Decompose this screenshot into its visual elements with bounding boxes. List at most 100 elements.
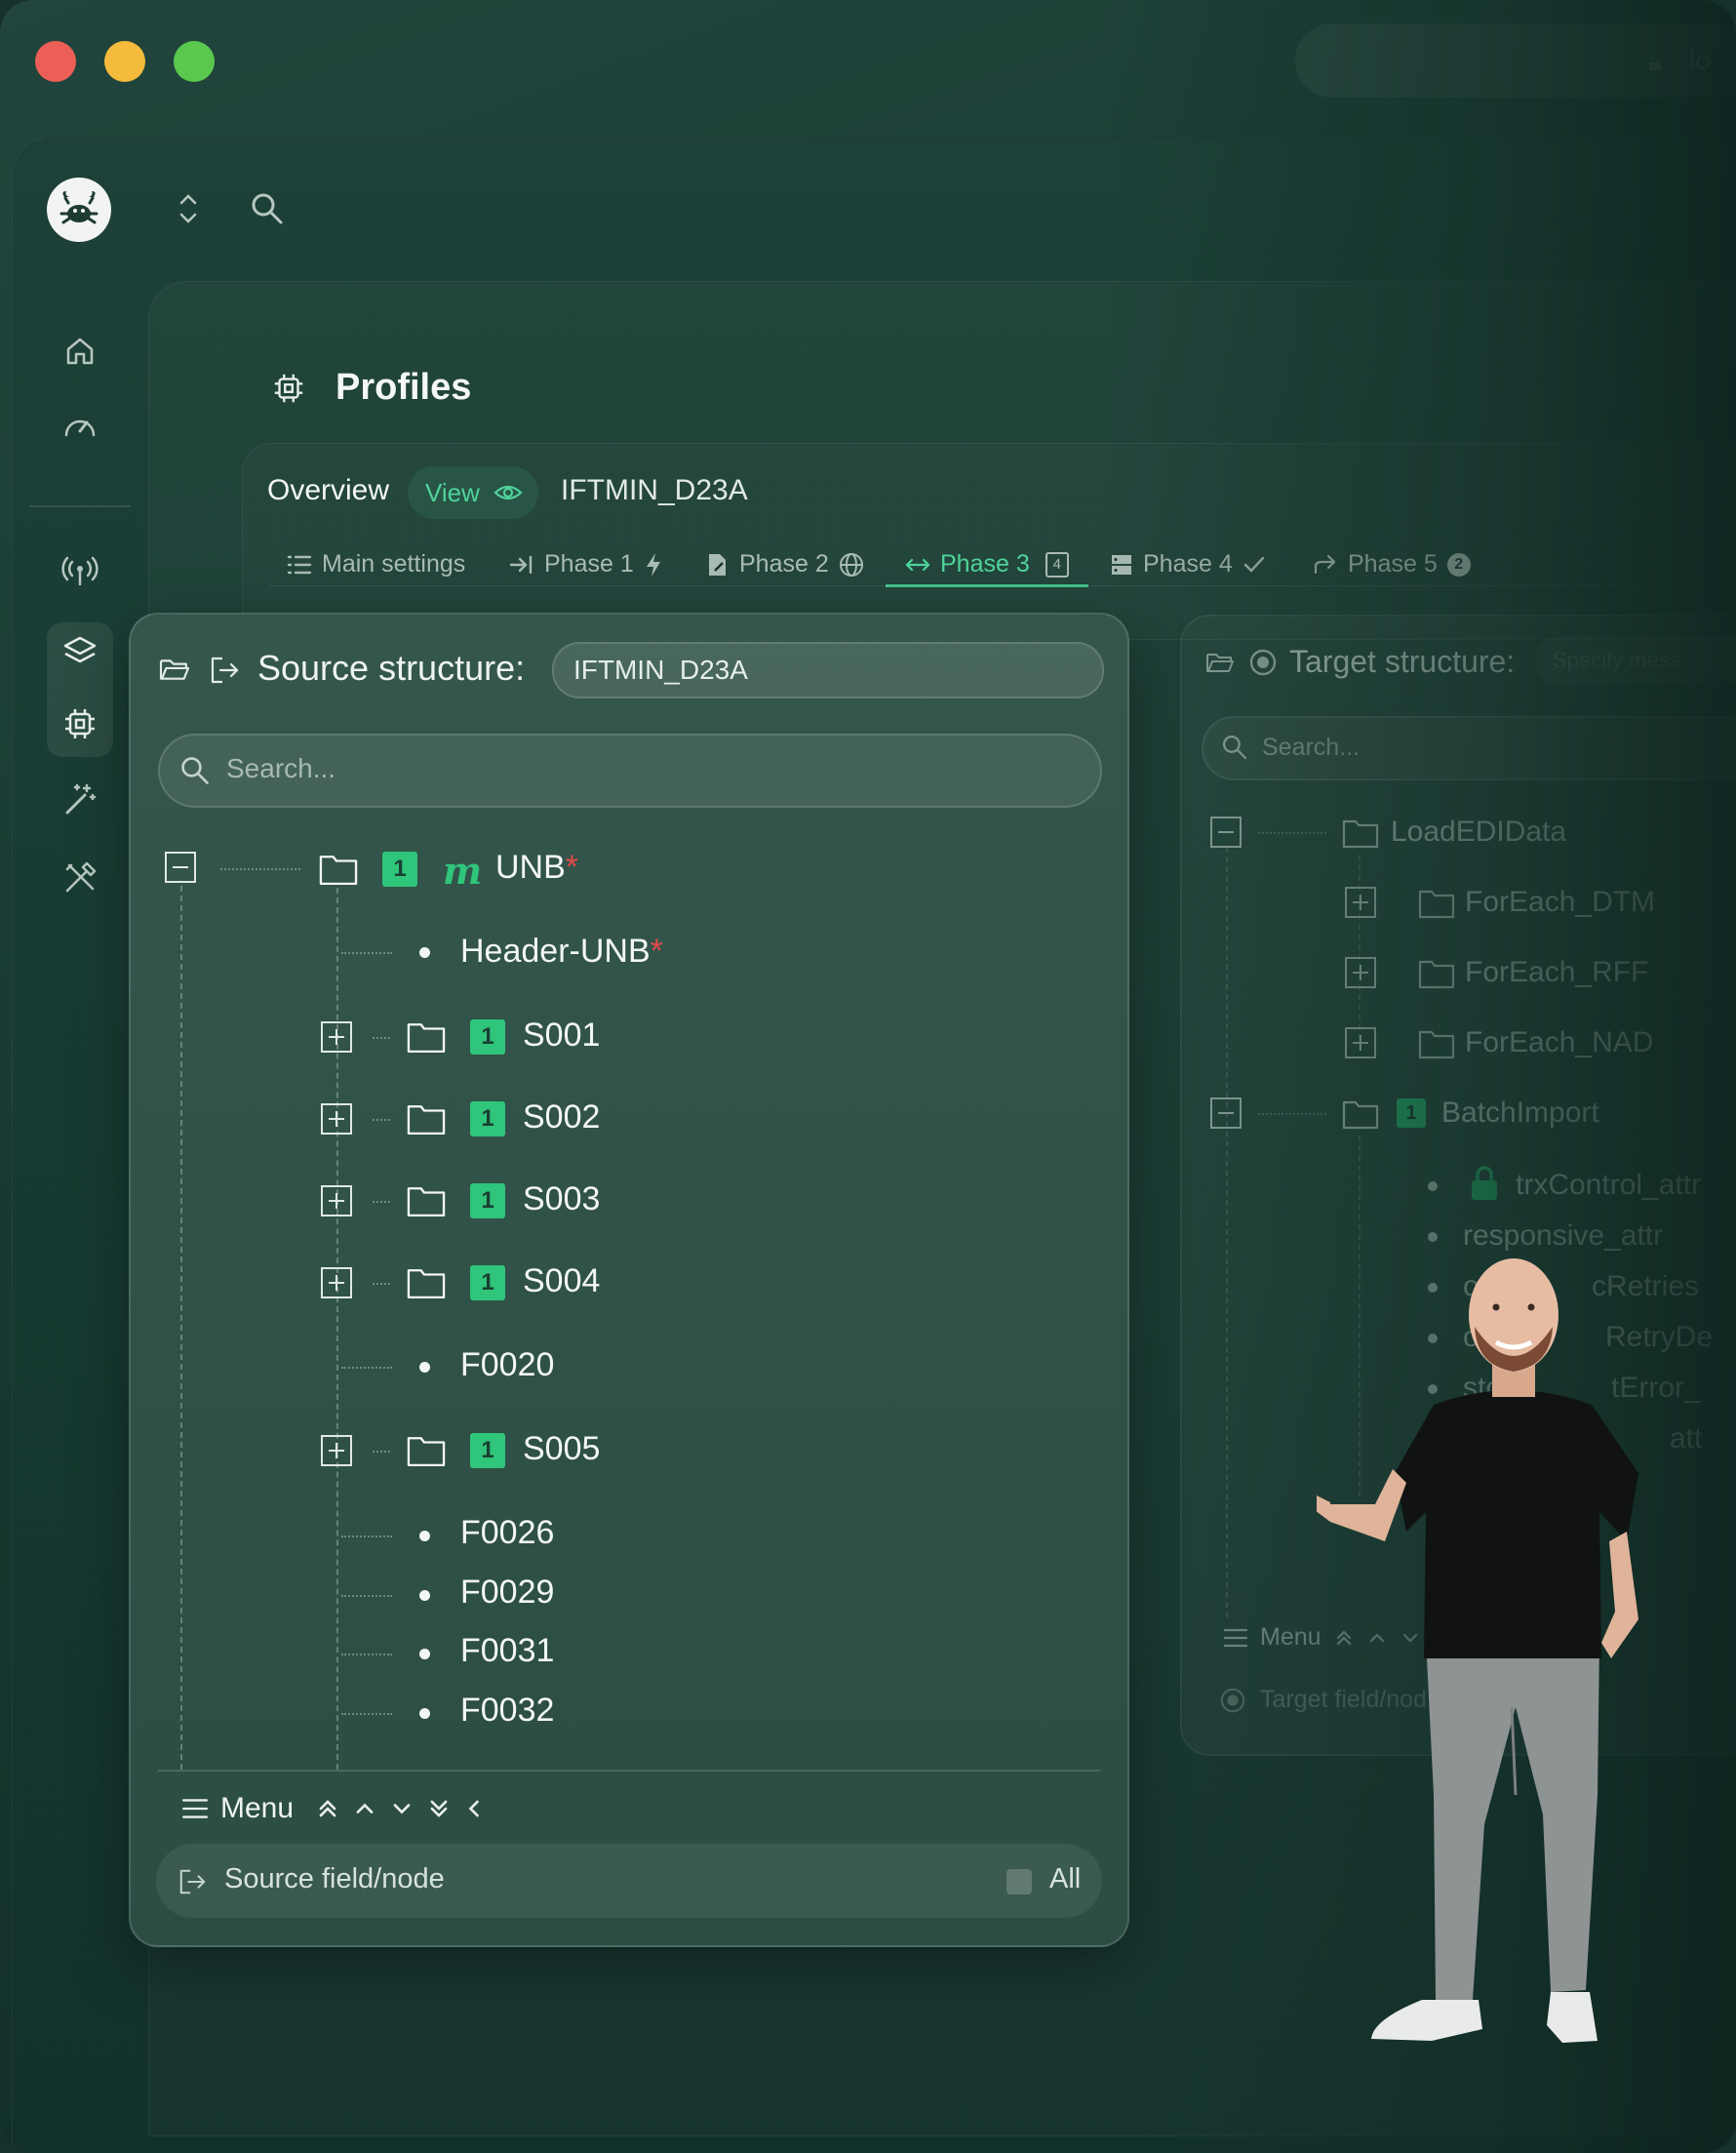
- folder-open-icon[interactable]: [158, 656, 191, 688]
- chevrons-up-icon[interactable]: [315, 1796, 340, 1821]
- expand-icon[interactable]: [320, 1434, 353, 1467]
- home-icon[interactable]: [51, 322, 109, 380]
- maximize-window-button[interactable]: [174, 41, 215, 82]
- source-search-placeholder: Search...: [226, 753, 336, 783]
- expand-icon[interactable]: [1344, 956, 1377, 989]
- source-node-label[interactable]: S002: [523, 1098, 600, 1136]
- magic-wand-icon[interactable]: [51, 771, 109, 829]
- field-bullet: [419, 947, 430, 958]
- target-node-label[interactable]: BatchImport: [1441, 1096, 1599, 1130]
- sign-in-icon[interactable]: [209, 656, 240, 690]
- tree-connector: [341, 1367, 392, 1369]
- source-field-label[interactable]: F0032: [460, 1692, 554, 1730]
- source-node-label[interactable]: S001: [523, 1017, 600, 1055]
- tab-phase-2[interactable]: Phase 2: [706, 550, 864, 578]
- chevron-up-down-icon[interactable]: [174, 189, 203, 233]
- folder-icon: [319, 856, 358, 886]
- tab-phase-4[interactable]: Phase 4: [1110, 550, 1266, 578]
- profile-code: IFTMIN_D23A: [561, 474, 748, 506]
- tab-label: Phase 5: [1348, 550, 1438, 578]
- target-node-label[interactable]: LoadEDIData: [1391, 816, 1566, 849]
- radio-target-icon: [1248, 648, 1278, 682]
- target-field-label[interactable]: responsive_attr: [1463, 1219, 1663, 1253]
- expand-icon[interactable]: [1344, 1026, 1377, 1059]
- forward-arrow-icon: [1314, 554, 1336, 574]
- close-window-button[interactable]: [35, 41, 76, 82]
- target-field-label[interactable]: trxControl_attr: [1516, 1169, 1701, 1202]
- expand-icon[interactable]: [320, 1020, 353, 1054]
- target-search-input[interactable]: Search...: [1202, 716, 1736, 780]
- source-field-label[interactable]: F0031: [460, 1632, 554, 1670]
- broadcast-icon[interactable]: [51, 542, 109, 601]
- source-search-input[interactable]: Search...: [158, 734, 1102, 808]
- tree-connector: [373, 1037, 390, 1039]
- search-icon: [181, 757, 209, 784]
- source-field-selector[interactable]: Source field/node All: [156, 1844, 1102, 1918]
- search-icon[interactable]: [250, 191, 285, 231]
- target-node-label[interactable]: ForEach_RFF: [1465, 956, 1648, 989]
- chip-icon[interactable]: [51, 695, 109, 753]
- tab-label: Phase 1: [544, 550, 634, 578]
- tab-phase-1[interactable]: Phase 1: [509, 550, 663, 578]
- source-field-placeholder: Source field/node: [224, 1863, 445, 1894]
- source-structure-select[interactable]: IFTMIN_D23A: [552, 642, 1104, 698]
- source-field-label[interactable]: F0029: [460, 1574, 554, 1612]
- target-node-label[interactable]: ForEach_NAD: [1465, 1026, 1653, 1059]
- expand-icon[interactable]: [320, 1184, 353, 1217]
- collapse-icon[interactable]: [1209, 816, 1243, 849]
- tree-connector: [373, 1451, 390, 1453]
- field-bullet: [1428, 1232, 1438, 1242]
- tab-phase-5[interactable]: Phase 5 2: [1313, 550, 1471, 578]
- collapse-icon[interactable]: [1209, 1096, 1243, 1130]
- tree-connector: [1258, 1113, 1326, 1115]
- chevrons-down-icon[interactable]: [426, 1796, 452, 1821]
- tree-connector: [373, 1201, 390, 1203]
- source-field-label[interactable]: F0026: [460, 1514, 554, 1552]
- target-node-label[interactable]: ForEach_DTM: [1465, 886, 1655, 919]
- collapse-icon[interactable]: [164, 851, 197, 884]
- source-node-label[interactable]: S004: [523, 1262, 600, 1300]
- required-marker: *: [650, 933, 663, 970]
- hamburger-icon[interactable]: [181, 1797, 209, 1820]
- speedometer-icon[interactable]: [51, 396, 109, 455]
- titlebar-address-field[interactable]: 🔒︎ lo: [1295, 23, 1736, 98]
- tree-connector: [373, 1283, 390, 1285]
- occurrence-badge: 1: [470, 1019, 505, 1055]
- lock-icon: [1469, 1165, 1500, 1207]
- page-title: Profiles: [335, 367, 472, 408]
- folder-icon: [407, 1269, 446, 1299]
- tools-icon[interactable]: [51, 849, 109, 907]
- chevron-down-icon[interactable]: [389, 1796, 414, 1821]
- tree-connector: [341, 1535, 392, 1537]
- expand-icon[interactable]: [320, 1266, 353, 1299]
- tree-connector: [220, 868, 300, 870]
- tab-label: Main settings: [322, 550, 466, 578]
- source-field-label[interactable]: F0020: [460, 1346, 554, 1384]
- expand-icon[interactable]: [320, 1102, 353, 1136]
- tree-guide: [1226, 847, 1228, 1617]
- chip-icon: [271, 371, 306, 411]
- target-message-select[interactable]: Specify mess: [1535, 636, 1736, 685]
- layers-icon[interactable]: [51, 622, 109, 681]
- source-menu-label[interactable]: Menu: [220, 1792, 294, 1825]
- arrows-left-right-icon: [905, 558, 930, 571]
- folder-icon: [407, 1187, 446, 1217]
- tab-phase-3[interactable]: Phase 3 4: [905, 550, 1069, 578]
- crab-logo-icon: [59, 191, 99, 224]
- minimize-window-button[interactable]: [104, 41, 145, 82]
- source-node-label[interactable]: S005: [523, 1430, 600, 1468]
- all-label: All: [1049, 1863, 1082, 1894]
- expand-icon[interactable]: [1344, 886, 1377, 919]
- source-node-label[interactable]: S003: [523, 1180, 600, 1218]
- app-logo[interactable]: [47, 178, 111, 242]
- view-button[interactable]: View: [408, 466, 538, 519]
- chevron-up-icon[interactable]: [352, 1796, 377, 1821]
- occurrence-badge: 1: [470, 1101, 505, 1136]
- tab-count-badge: 4: [1045, 551, 1069, 578]
- chevron-left-icon[interactable]: [463, 1796, 485, 1821]
- all-checkbox[interactable]: [1006, 1869, 1032, 1894]
- source-field-label[interactable]: Header-UNB*: [460, 933, 663, 971]
- radio-target-icon: [1220, 1688, 1245, 1712]
- tab-main-settings[interactable]: Main settings: [287, 550, 465, 578]
- source-node-label[interactable]: UNB*: [495, 849, 578, 887]
